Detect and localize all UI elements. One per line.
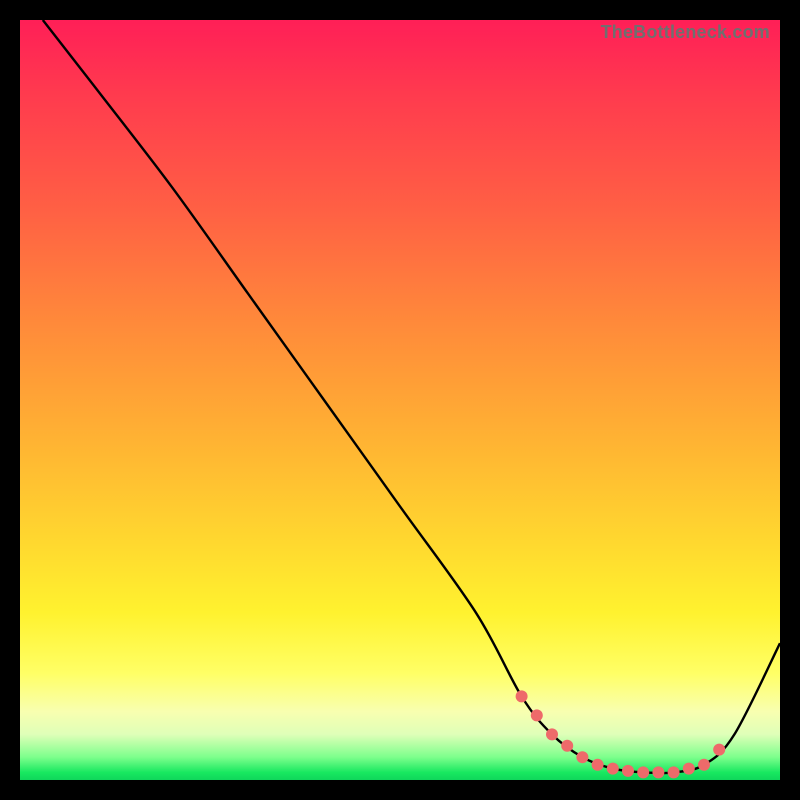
floor-marker bbox=[683, 763, 695, 775]
bottleneck-curve-path bbox=[43, 20, 780, 773]
floor-marker bbox=[668, 766, 680, 778]
chart-overlay bbox=[20, 20, 780, 780]
floor-marker bbox=[546, 728, 558, 740]
floor-marker bbox=[637, 766, 649, 778]
floor-marker bbox=[561, 740, 573, 752]
plot-area: TheBottleneck.com bbox=[20, 20, 780, 780]
floor-marker bbox=[592, 759, 604, 771]
floor-band-markers bbox=[516, 690, 726, 778]
chart-frame: TheBottleneck.com bbox=[0, 0, 800, 800]
floor-marker bbox=[713, 744, 725, 756]
floor-marker bbox=[516, 690, 528, 702]
floor-marker bbox=[652, 766, 664, 778]
floor-marker bbox=[622, 765, 634, 777]
floor-marker bbox=[576, 751, 588, 763]
floor-marker bbox=[531, 709, 543, 721]
floor-marker bbox=[698, 759, 710, 771]
floor-marker bbox=[607, 763, 619, 775]
